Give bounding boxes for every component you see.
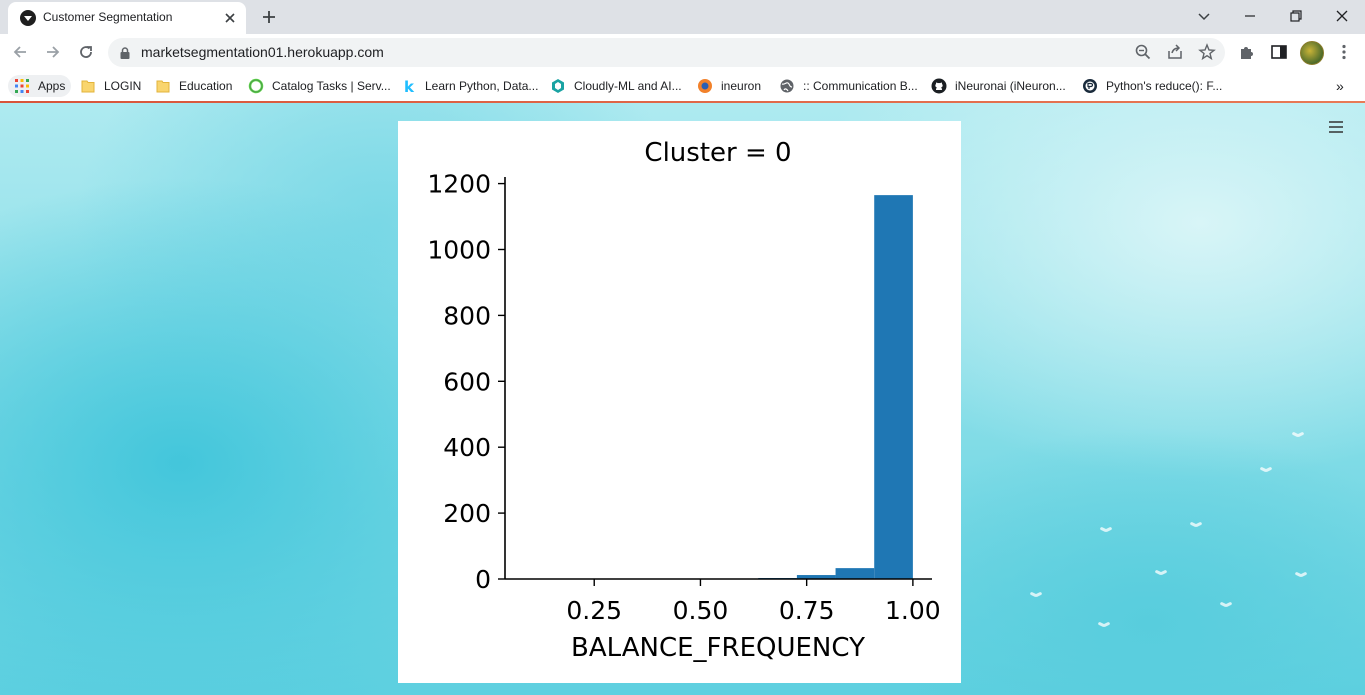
minimize-window-icon[interactable] (1239, 5, 1261, 27)
bookmarks-bar: Apps LOGIN Education Catalog Tasks | Ser… (0, 71, 1365, 102)
y-tick-label-6: 1200 (427, 170, 491, 199)
bookmark-label: :: Communication B... (803, 79, 918, 93)
x-tick-label-0: 0.25 (566, 596, 622, 625)
tab-customer-segmentation[interactable]: Customer Segmentation (8, 2, 246, 34)
bookmark-label: Cloudly-ML and AI... (574, 79, 682, 93)
chart-title: Cluster = 0 (644, 138, 791, 168)
hamburger-menu-icon[interactable] (1328, 119, 1344, 133)
address-bar[interactable]: marketsegmentation01.herokuapp.com (108, 38, 1225, 67)
histogram-bar-2 (835, 568, 875, 579)
tab-strip: Customer Segmentation (0, 0, 1365, 34)
cloudly-icon (550, 78, 566, 94)
y-tick-label-2: 400 (443, 433, 491, 462)
kaggle-icon: k (401, 78, 417, 96)
bookmark-ineuronai-github[interactable]: iNeuronai (iNeuron... (931, 75, 1066, 97)
bookmark-python-reduce[interactable]: Python's reduce(): F... (1082, 75, 1222, 97)
ineuron-icon (697, 78, 713, 94)
folder-icon (155, 78, 171, 94)
x-tick-label-3: 1.00 (885, 596, 941, 625)
y-tick-label-1: 200 (443, 499, 491, 528)
histogram-chart: Cluster = 0 020040060080010001200 0.25 0.… (427, 138, 941, 663)
bookmark-communication[interactable]: :: Communication B... (779, 75, 918, 97)
x-tick-label-2: 0.75 (779, 596, 835, 625)
close-tab-icon[interactable] (222, 10, 238, 26)
bird-decoration (1295, 573, 1307, 579)
tab-search-chevron-icon[interactable] (1193, 5, 1215, 27)
servicenow-icon (248, 78, 264, 94)
x-tick-label-1: 0.50 (673, 596, 729, 625)
url-text[interactable]: marketsegmentation01.herokuapp.com (141, 44, 384, 60)
browser-toolbar: marketsegmentation01.herokuapp.com (0, 34, 1365, 71)
back-arrow-icon[interactable] (10, 42, 30, 62)
bird-decoration (1190, 523, 1202, 529)
bird-decoration (1220, 603, 1232, 609)
bookmark-label: LOGIN (104, 79, 142, 93)
forward-arrow-icon[interactable] (43, 42, 63, 62)
bookmark-cloudly[interactable]: Cloudly-ML and AI... (550, 75, 682, 97)
bird-decoration (1030, 593, 1042, 599)
globe-icon (779, 78, 795, 94)
bookmark-ineuron[interactable]: ineuron (697, 75, 761, 97)
bookmarks-overflow-button[interactable]: » (1336, 75, 1344, 97)
bookmark-label: Education (179, 79, 233, 93)
realpython-icon (1082, 78, 1098, 94)
kebab-menu-icon[interactable] (1334, 42, 1354, 62)
bookmark-label: iNeuronai (iNeuron... (955, 79, 1066, 93)
bookmark-label: Learn Python, Data... (425, 79, 539, 93)
bookmark-label: ineuron (721, 79, 762, 93)
zoom-icon[interactable] (1134, 43, 1152, 61)
bird-decoration (1260, 468, 1272, 474)
bookmark-label: Apps (38, 79, 66, 93)
y-ticks: 0 200 400 600 800 1000 1200 (427, 170, 505, 594)
bookmark-apps[interactable]: Apps (8, 75, 72, 97)
svg-text:k: k (404, 78, 415, 94)
y-tick-label-3: 600 (443, 367, 491, 396)
folder-icon (80, 78, 96, 94)
bird-decoration (1098, 623, 1110, 629)
bookmark-label: Catalog Tasks | Serv... (272, 79, 391, 93)
reload-icon[interactable] (76, 42, 96, 62)
bookmark-catalog-tasks[interactable]: Catalog Tasks | Serv... (248, 75, 391, 97)
bird-decoration (1292, 433, 1304, 439)
lock-icon[interactable] (118, 45, 132, 59)
site-favicon-icon (20, 10, 36, 26)
y-tick-label-4: 800 (443, 301, 491, 330)
share-icon[interactable] (1166, 43, 1184, 61)
overflow-chevron-icon: » (1336, 78, 1344, 94)
bars-layer (758, 195, 913, 579)
x-ticks: 0.25 0.50 0.75 1.00 (566, 579, 941, 625)
x-axis-label: BALANCE_FREQUENCY (571, 633, 865, 663)
github-icon (931, 78, 947, 94)
page-viewport: Cluster = 0 0 200 400 600 800 1000 1200 0.25 0.… (0, 103, 1365, 695)
y-tick-label-0: 0 (475, 565, 491, 594)
bookmark-label: Python's reduce(): F... (1106, 79, 1223, 93)
bird-decoration (1100, 528, 1112, 534)
side-panel-icon[interactable] (1269, 42, 1289, 62)
y-tick-label-5: 1000 (427, 235, 491, 264)
tab-title: Customer Segmentation (43, 10, 173, 24)
extensions-puzzle-icon[interactable] (1237, 42, 1257, 62)
close-window-icon[interactable] (1331, 5, 1353, 27)
new-tab-plus-icon[interactable] (259, 7, 279, 27)
histogram-bar-3 (874, 195, 913, 579)
restore-window-icon[interactable] (1285, 5, 1307, 27)
bookmark-learn-python[interactable]: k Learn Python, Data... (401, 75, 538, 97)
profile-avatar[interactable] (1300, 41, 1324, 65)
bookmark-star-icon[interactable] (1198, 43, 1216, 61)
histogram-plot-card: Cluster = 0 0 200 400 600 800 1000 1200 0.25 0.… (398, 121, 961, 683)
bookmark-login[interactable]: LOGIN (80, 75, 141, 97)
bookmark-education[interactable]: Education (155, 75, 232, 97)
apps-grid-icon (14, 78, 30, 94)
bird-decoration (1155, 571, 1167, 577)
